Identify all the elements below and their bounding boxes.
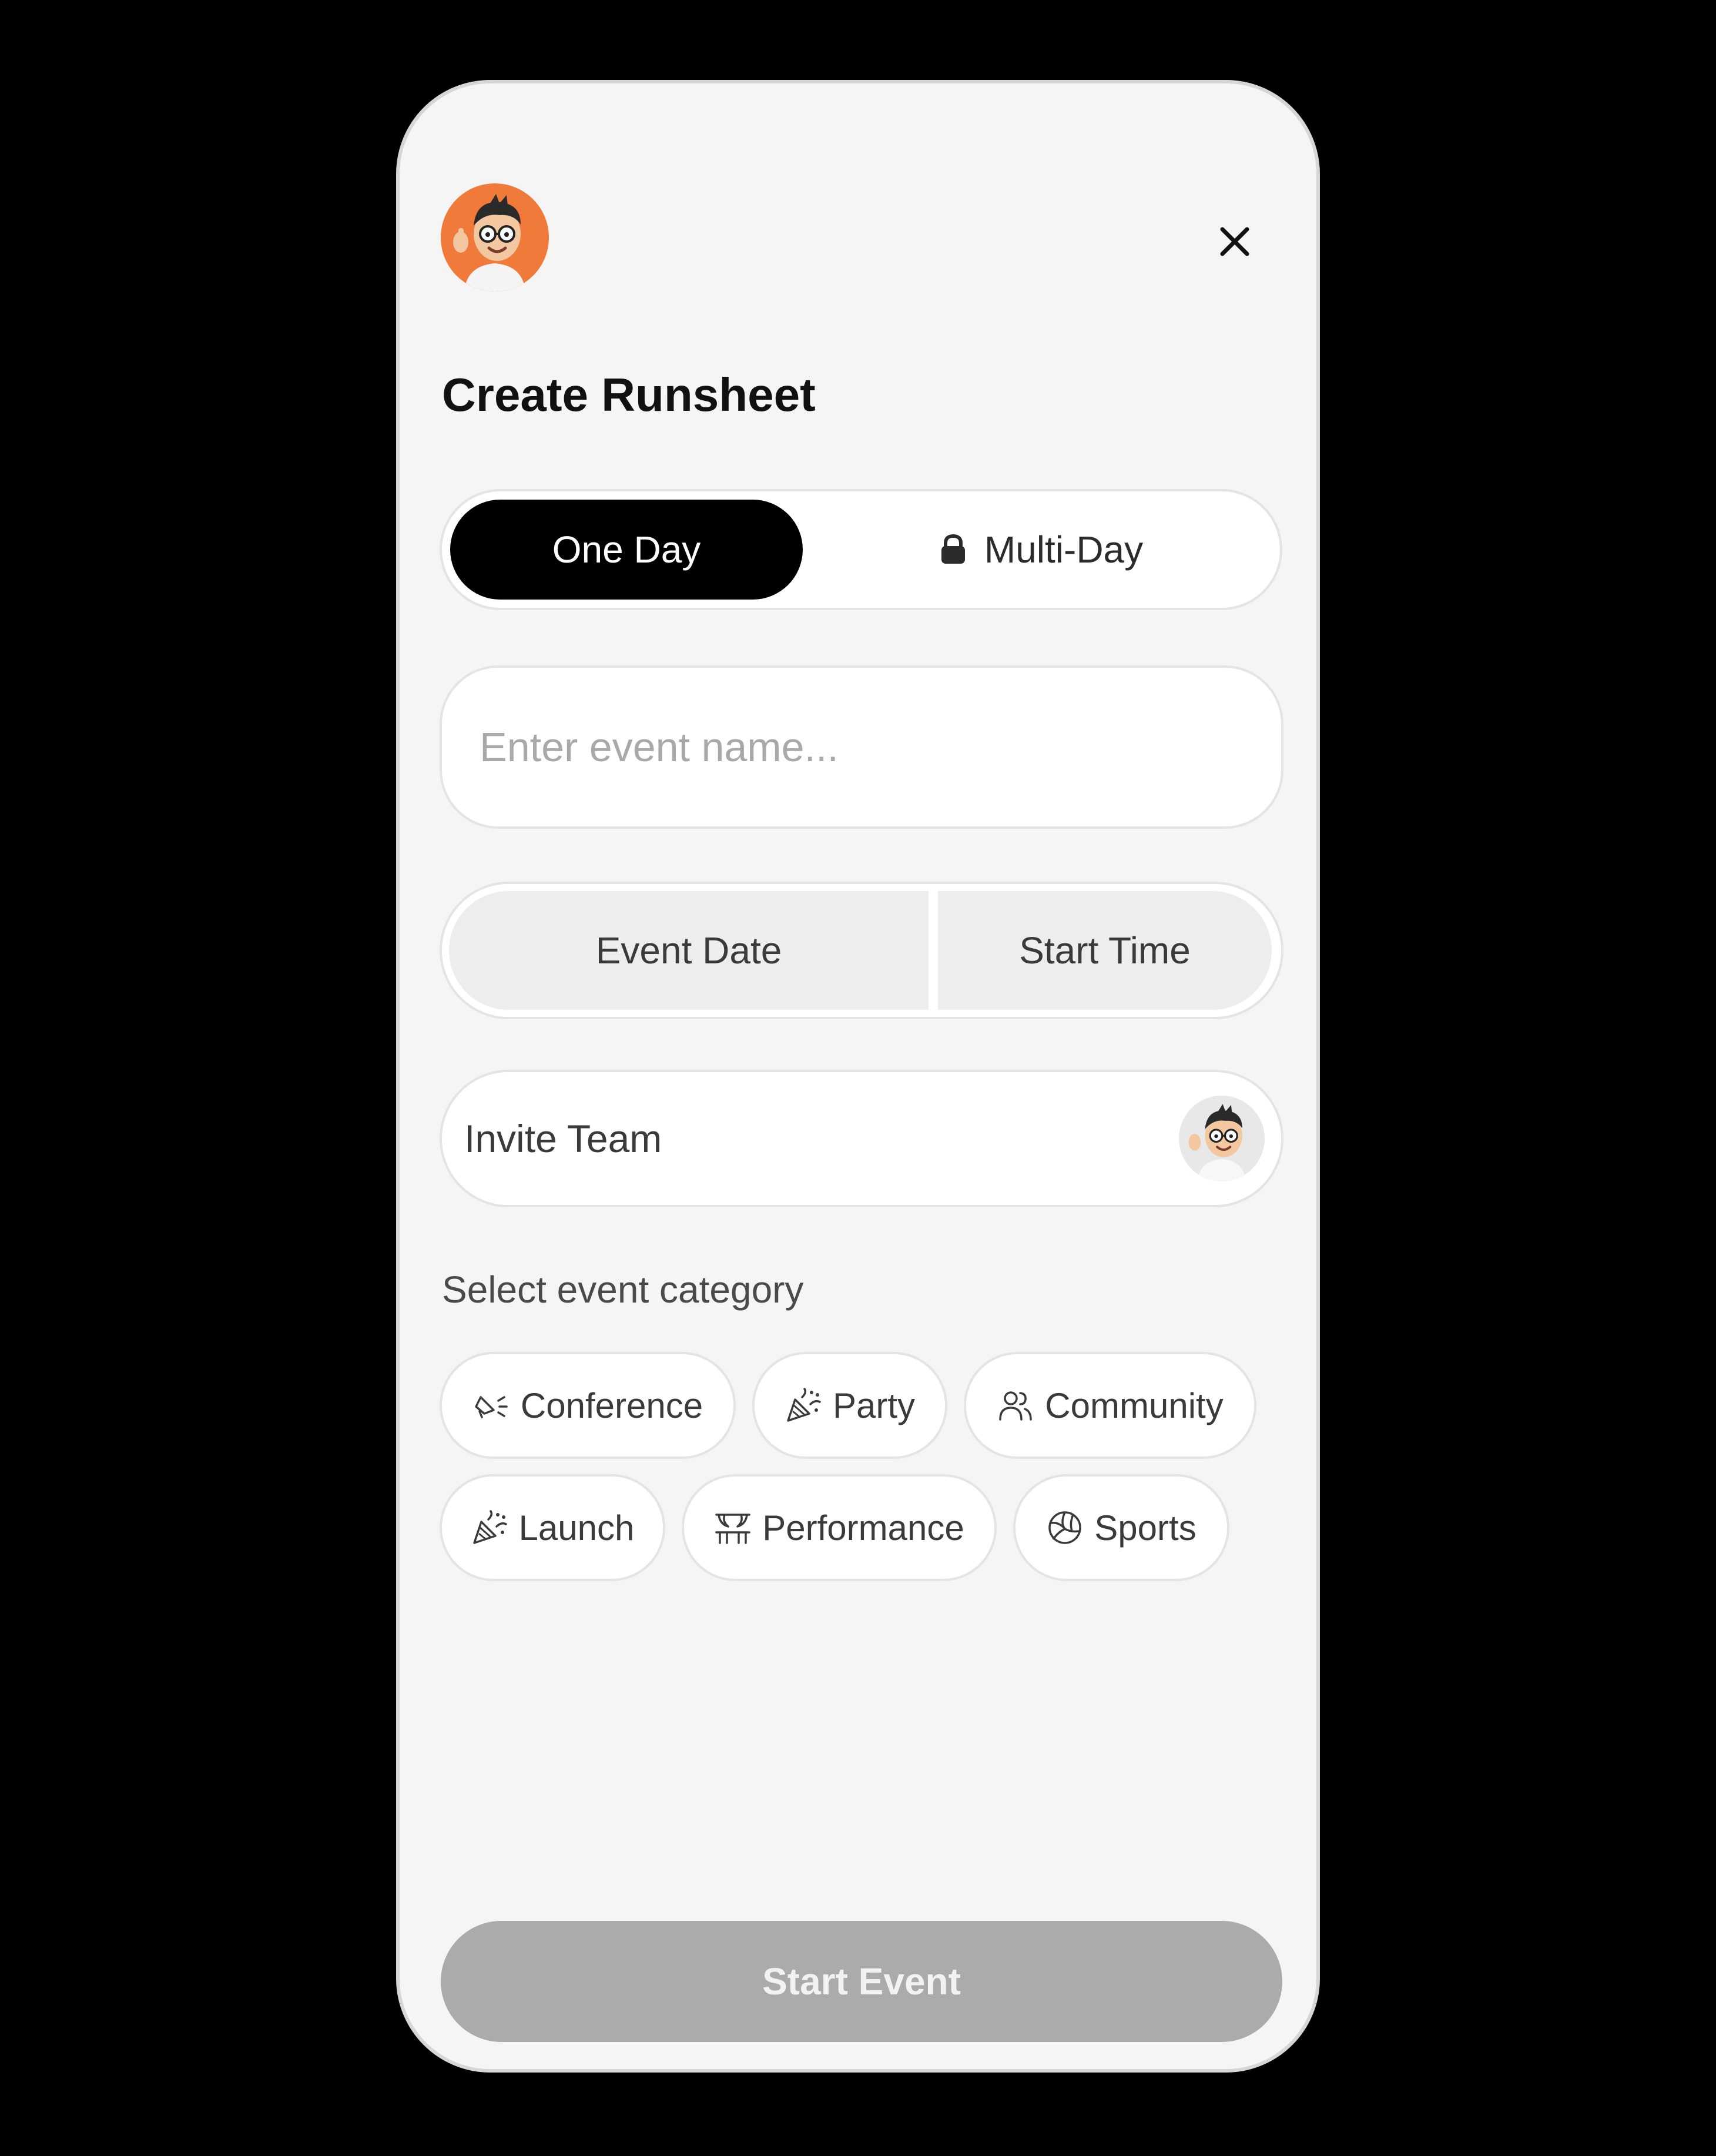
event-name-input[interactable] <box>440 665 1283 829</box>
team-member-avatar <box>1179 1096 1265 1181</box>
create-runsheet-screen: Create Runsheet One Day Multi-Day Event … <box>396 80 1320 2073</box>
category-chip-party[interactable]: Party <box>752 1352 947 1459</box>
category-chip-community[interactable]: Community <box>964 1352 1256 1459</box>
category-chip-launch[interactable]: Launch <box>440 1474 665 1581</box>
day-mode-toggle: One Day Multi-Day <box>440 489 1282 610</box>
category-label: Conference <box>520 1385 703 1425</box>
start-event-button[interactable]: Start Event <box>441 1921 1282 2042</box>
close-button[interactable] <box>1214 221 1255 262</box>
memoji-avatar-image <box>441 183 549 292</box>
start-event-label: Start Event <box>762 1960 961 2003</box>
schedule-fields: Event Date Start Time <box>440 882 1283 1019</box>
user-avatar[interactable] <box>441 183 549 292</box>
confetti-icon <box>472 1510 507 1544</box>
memoji-avatar-image <box>1179 1096 1265 1181</box>
category-label: Sports <box>1094 1508 1196 1548</box>
one-day-label: One Day <box>552 528 701 571</box>
category-section-label: Select event category <box>442 1268 804 1311</box>
start-time-field[interactable]: Start Time <box>938 891 1272 1010</box>
invite-team-label: Invite Team <box>464 1117 662 1160</box>
page-title: Create Runsheet <box>442 369 816 421</box>
category-label: Performance <box>762 1508 964 1548</box>
close-icon <box>1220 227 1249 256</box>
multi-day-tab[interactable]: Multi-Day <box>812 500 1271 600</box>
start-time-label: Start Time <box>1019 929 1191 972</box>
category-chip-sports[interactable]: Sports <box>1013 1474 1229 1581</box>
one-day-tab[interactable]: One Day <box>450 500 803 600</box>
category-label: Launch <box>518 1508 635 1548</box>
category-label: Party <box>832 1385 916 1425</box>
lock-icon <box>941 534 965 564</box>
stage-curtain-icon <box>715 1514 750 1544</box>
category-chip-performance[interactable]: Performance <box>682 1474 997 1581</box>
multi-day-label: Multi-Day <box>984 528 1144 571</box>
event-date-label: Event Date <box>595 929 782 972</box>
invite-team-field[interactable]: Invite Team <box>440 1070 1283 1207</box>
category-chip-conference[interactable]: Conference <box>440 1352 736 1459</box>
users-icon <box>999 1391 1033 1421</box>
party-popper-icon <box>787 1388 821 1422</box>
category-label: Community <box>1045 1385 1224 1425</box>
megaphone-icon <box>475 1396 508 1418</box>
event-date-field[interactable]: Event Date <box>449 891 929 1010</box>
volleyball-icon <box>1048 1511 1082 1544</box>
